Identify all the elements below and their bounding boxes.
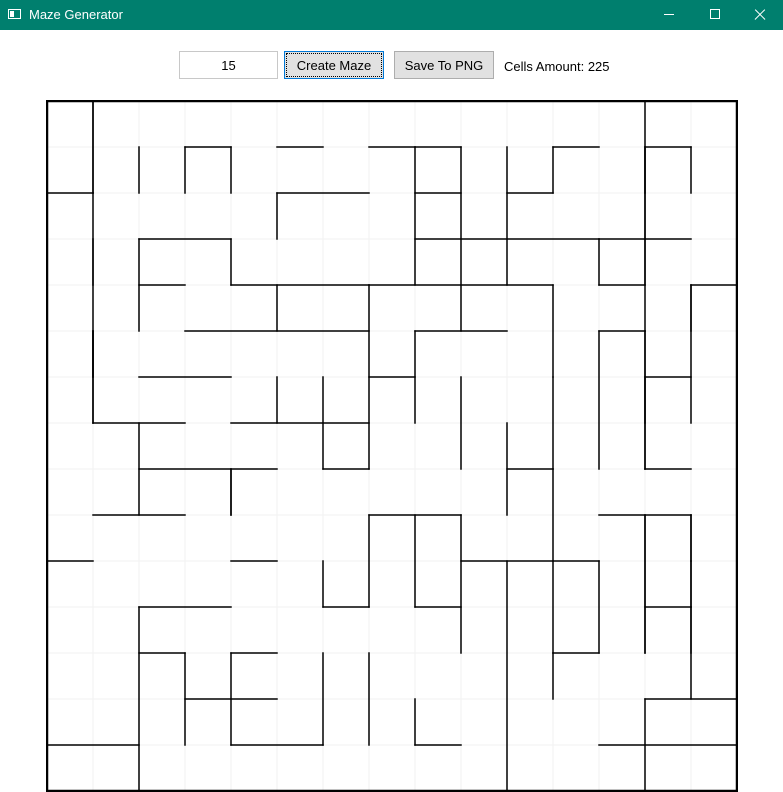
cells-amount-label: Cells Amount: 225 — [504, 59, 610, 74]
close-button[interactable] — [737, 0, 783, 30]
maze-border — [46, 100, 738, 792]
title-bar: Maze Generator — [0, 0, 783, 30]
maximize-button[interactable] — [692, 0, 738, 30]
window-title: Maze Generator — [29, 7, 123, 22]
minimize-button[interactable] — [646, 0, 692, 30]
app-icon — [8, 9, 21, 19]
save-to-png-button[interactable]: Save To PNG — [394, 51, 494, 79]
maze-canvas — [46, 100, 738, 792]
maze-size-input[interactable] — [179, 51, 278, 79]
create-maze-button[interactable]: Create Maze — [284, 51, 384, 79]
